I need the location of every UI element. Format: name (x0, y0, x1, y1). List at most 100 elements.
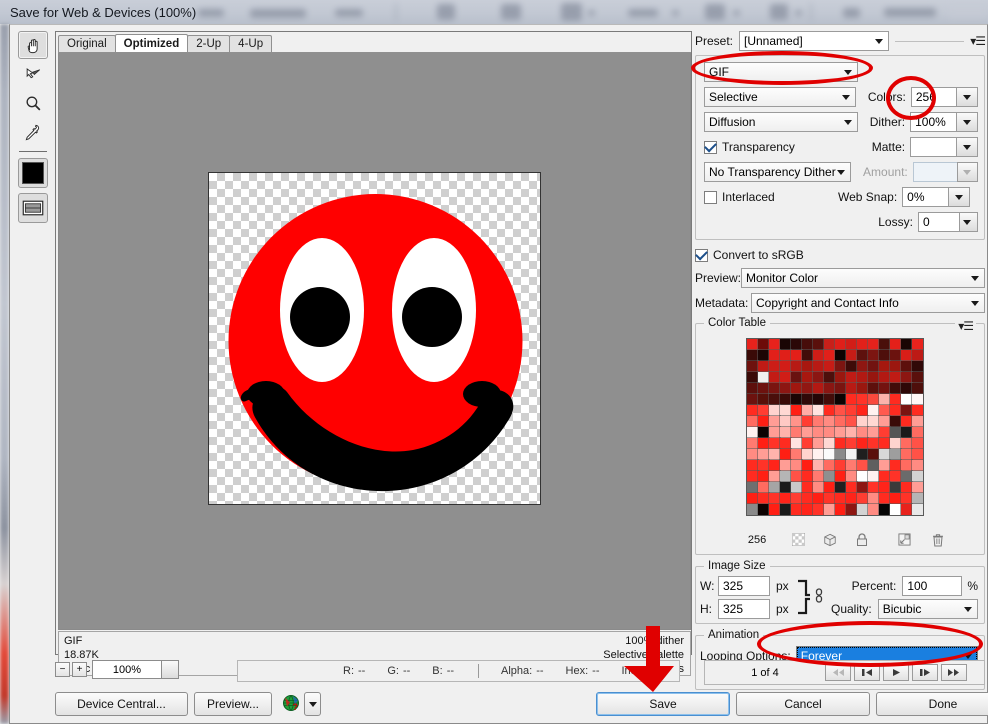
color-swatch[interactable] (757, 448, 770, 461)
color-swatch[interactable] (878, 404, 891, 417)
eyedropper-color-swatch[interactable] (18, 158, 48, 188)
color-swatch[interactable] (900, 338, 913, 351)
color-swatch[interactable] (823, 349, 836, 362)
color-swatch[interactable] (845, 426, 858, 439)
color-swatch[interactable] (790, 459, 803, 472)
color-swatch[interactable] (801, 503, 814, 516)
color-swatch[interactable] (900, 459, 913, 472)
color-swatch[interactable] (889, 349, 902, 362)
preview-button[interactable]: Preview... (194, 692, 272, 716)
color-swatch[interactable] (746, 448, 759, 461)
color-swatch[interactable] (779, 481, 792, 494)
color-swatch[interactable] (856, 437, 869, 450)
color-swatch[interactable] (790, 349, 803, 362)
color-swatch[interactable] (856, 404, 869, 417)
color-swatch[interactable] (790, 437, 803, 450)
color-swatch[interactable] (834, 481, 847, 494)
optimized-preview-canvas[interactable] (58, 53, 691, 630)
color-swatch[interactable] (779, 448, 792, 461)
device-central-button[interactable]: Device Central... (55, 692, 188, 716)
color-swatch[interactable] (768, 371, 781, 384)
color-swatch[interactable] (911, 338, 924, 351)
convert-to-srgb-checkbox[interactable] (695, 248, 708, 262)
color-swatch[interactable] (834, 470, 847, 483)
color-swatch[interactable] (757, 404, 770, 417)
color-swatch[interactable] (768, 448, 781, 461)
color-swatch[interactable] (768, 360, 781, 373)
color-swatch[interactable] (845, 481, 858, 494)
slice-select-tool[interactable] (18, 60, 48, 88)
zoom-out-button[interactable]: − (55, 662, 70, 677)
color-swatch[interactable] (790, 360, 803, 373)
color-swatch[interactable] (856, 459, 869, 472)
eyedropper-tool[interactable] (18, 118, 48, 146)
color-swatch[interactable] (768, 349, 781, 362)
color-swatch[interactable] (823, 426, 836, 439)
color-swatch[interactable] (812, 448, 825, 461)
color-swatch[interactable] (779, 393, 792, 406)
lossy-dropdown-button[interactable] (958, 212, 978, 232)
color-swatch[interactable] (779, 470, 792, 483)
color-swatch[interactable] (900, 404, 913, 417)
color-swatch[interactable] (856, 448, 869, 461)
color-swatch[interactable] (768, 470, 781, 483)
color-swatch[interactable] (757, 338, 770, 351)
lossy-input[interactable]: 0 (917, 212, 960, 232)
color-swatch[interactable] (911, 382, 924, 395)
color-swatch[interactable] (812, 393, 825, 406)
color-swatch[interactable] (867, 426, 880, 439)
color-swatch[interactable] (801, 349, 814, 362)
color-swatch[interactable] (768, 404, 781, 417)
color-swatch[interactable] (856, 492, 869, 505)
color-swatch[interactable] (746, 338, 759, 351)
color-swatch[interactable] (768, 338, 781, 351)
color-swatch[interactable] (834, 426, 847, 439)
color-swatch[interactable] (889, 393, 902, 406)
color-swatch[interactable] (768, 492, 781, 505)
color-swatch[interactable] (823, 448, 836, 461)
color-swatch[interactable] (757, 360, 770, 373)
color-swatch[interactable] (889, 470, 902, 483)
color-swatch[interactable] (823, 338, 836, 351)
color-swatch[interactable] (768, 393, 781, 406)
color-swatch[interactable] (823, 470, 836, 483)
color-swatch[interactable] (812, 371, 825, 384)
color-swatch[interactable] (911, 393, 924, 406)
color-swatch[interactable] (768, 415, 781, 428)
color-swatch[interactable] (812, 415, 825, 428)
color-swatch[interactable] (746, 360, 759, 373)
color-swatch[interactable] (878, 382, 891, 395)
color-swatch[interactable] (757, 470, 770, 483)
color-swatch[interactable] (878, 503, 891, 516)
color-swatch[interactable] (856, 393, 869, 406)
color-swatch[interactable] (779, 338, 792, 351)
colors-input[interactable]: 256 (910, 87, 958, 107)
color-swatch[interactable] (757, 349, 770, 362)
color-swatch[interactable] (911, 426, 924, 439)
color-swatch[interactable] (889, 415, 902, 428)
toggle-slices-visibility-button[interactable] (18, 193, 48, 223)
color-swatch[interactable] (845, 470, 858, 483)
color-swatch[interactable] (889, 382, 902, 395)
color-swatch[interactable] (779, 503, 792, 516)
color-swatch[interactable] (823, 415, 836, 428)
color-swatch[interactable] (812, 492, 825, 505)
color-swatch[interactable] (834, 503, 847, 516)
color-swatch[interactable] (779, 382, 792, 395)
color-swatch[interactable] (856, 360, 869, 373)
color-swatch[interactable] (878, 426, 891, 439)
color-table-grid[interactable] (746, 338, 924, 516)
zoom-level-input[interactable]: 100% (92, 660, 162, 679)
color-swatch[interactable] (867, 470, 880, 483)
color-swatch[interactable] (834, 448, 847, 461)
color-swatch[interactable] (812, 437, 825, 450)
transparency-checkbox[interactable] (704, 140, 717, 154)
color-swatch[interactable] (845, 349, 858, 362)
color-swatch[interactable] (867, 360, 880, 373)
color-swatch[interactable] (878, 349, 891, 362)
color-swatch[interactable] (867, 492, 880, 505)
color-swatch[interactable] (812, 382, 825, 395)
color-swatch[interactable] (834, 349, 847, 362)
color-swatch[interactable] (878, 448, 891, 461)
color-swatch[interactable] (801, 426, 814, 439)
